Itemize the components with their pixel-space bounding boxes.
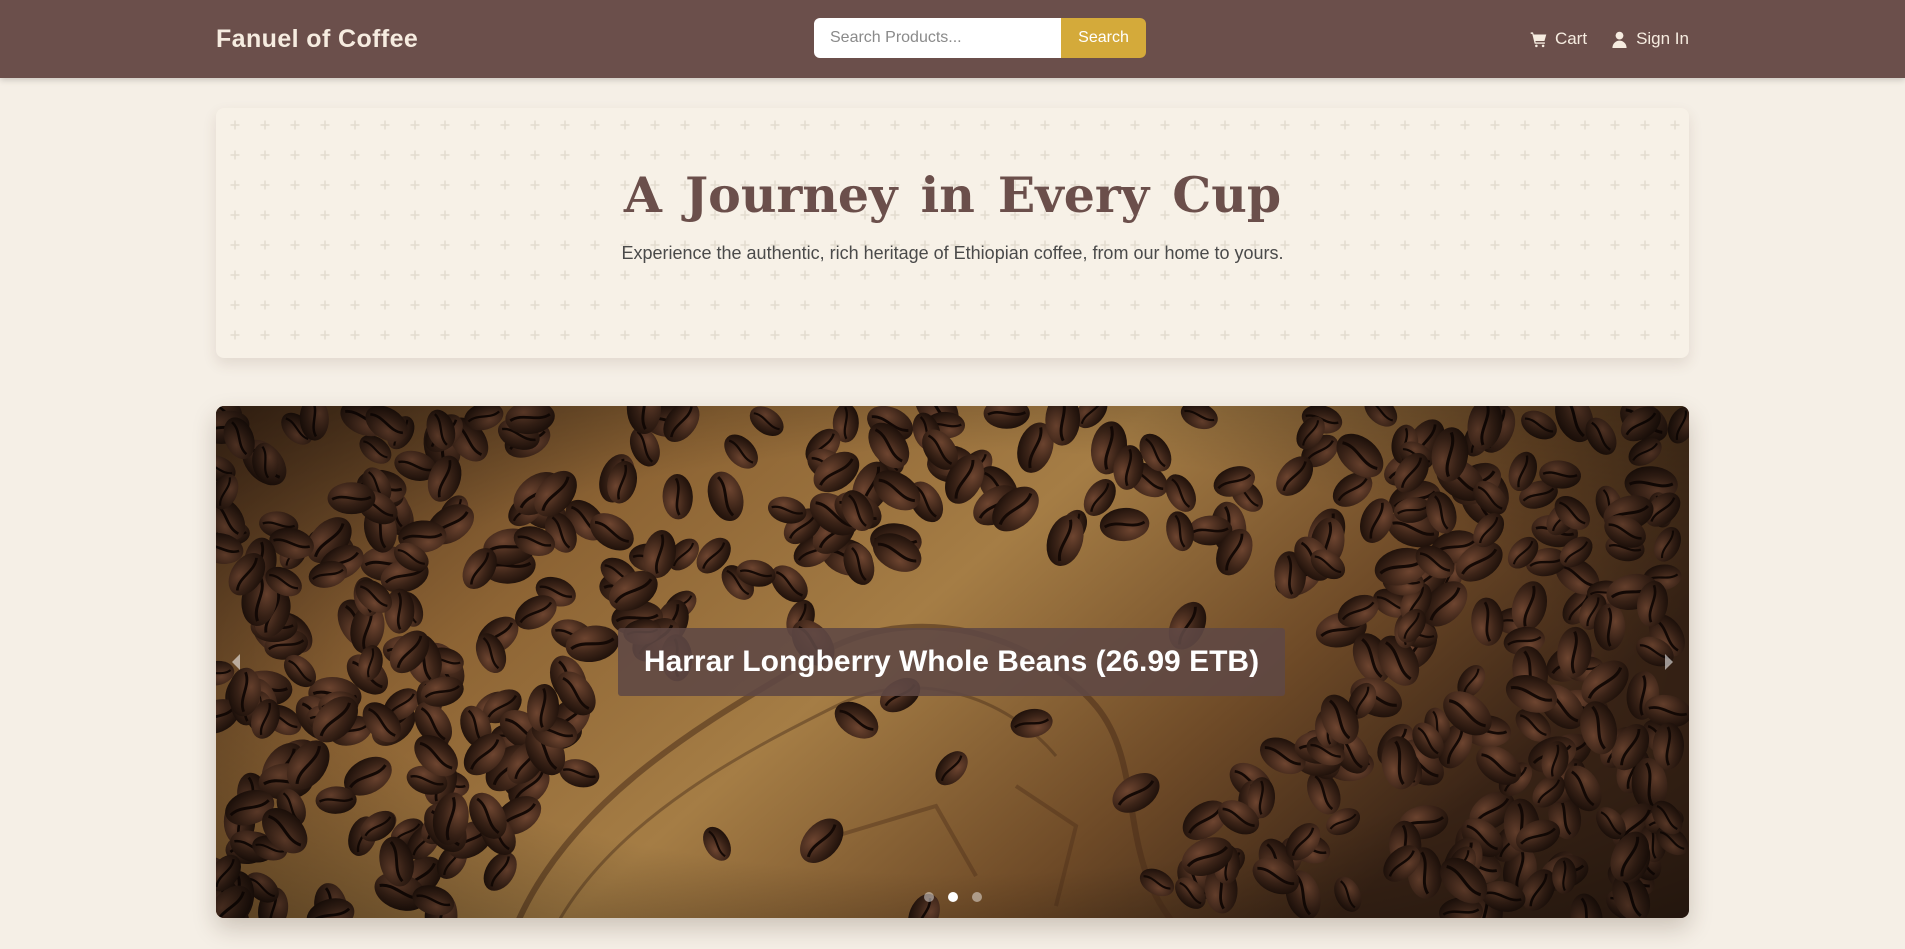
search-button[interactable]: Search: [1061, 18, 1146, 58]
hero-title: A Journey in Every Cup: [623, 166, 1282, 224]
carousel-indicator-1[interactable]: [923, 892, 934, 902]
user-icon: [1612, 31, 1627, 48]
slide-caption: Harrar Longberry Whole Beans (26.99 ETB): [618, 628, 1285, 696]
search-form: Search: [814, 18, 1146, 58]
cart-icon: [1530, 31, 1547, 47]
navbar: Fanuel of Coffee Search Cart Sign In: [0, 0, 1905, 78]
sign-in-link[interactable]: Sign In: [1611, 29, 1689, 49]
nav-links: Cart Sign In: [1530, 0, 1689, 78]
chevron-left-icon: [232, 654, 240, 670]
brand-logo-link[interactable]: Fanuel of Coffee: [216, 0, 418, 78]
carousel-indicator-3[interactable]: [971, 892, 982, 902]
carousel-indicator-2[interactable]: [947, 892, 958, 902]
cart-label: Cart: [1554, 29, 1588, 48]
hero-banner: A Journey in Every Cup Experience the au…: [216, 108, 1689, 358]
hero-plus-pattern: [216, 108, 1689, 358]
search-input[interactable]: [814, 18, 1061, 58]
cart-link[interactable]: Cart: [1530, 29, 1587, 49]
carousel-next-button[interactable]: [1649, 642, 1689, 682]
product-carousel: Harrar Longberry Whole Beans (26.99 ETB): [216, 406, 1689, 918]
hero-subtitle: Experience the authentic, rich heritage …: [621, 243, 1284, 263]
carousel-indicators: [216, 892, 1689, 902]
sign-in-label: Sign In: [1636, 29, 1689, 48]
carousel-prev-button[interactable]: [216, 642, 256, 682]
chevron-right-icon: [1665, 654, 1673, 670]
